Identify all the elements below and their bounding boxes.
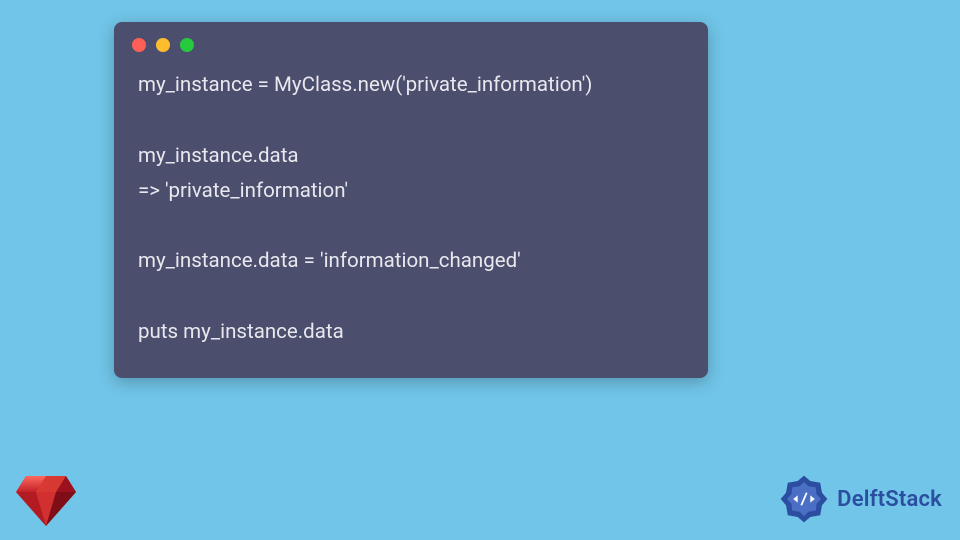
window-controls	[114, 22, 708, 58]
close-icon	[132, 38, 146, 52]
code-line: puts my_instance.data	[138, 320, 344, 344]
delft-badge-icon	[777, 472, 831, 526]
delftstack-brand: DelftStack	[777, 472, 942, 526]
ruby-gem-icon	[14, 472, 78, 528]
minimize-icon	[156, 38, 170, 52]
code-line: my_instance = MyClass.new('private_infor…	[138, 73, 592, 97]
code-line: => 'private_information'	[138, 179, 348, 203]
zoom-icon	[180, 38, 194, 52]
code-line: my_instance.data	[138, 144, 299, 168]
code-line: my_instance.data = 'information_changed'	[138, 249, 521, 273]
code-window: my_instance = MyClass.new('private_infor…	[114, 22, 708, 378]
code-snippet: my_instance = MyClass.new('private_infor…	[114, 58, 708, 354]
brand-name: DelftStack	[837, 487, 942, 512]
